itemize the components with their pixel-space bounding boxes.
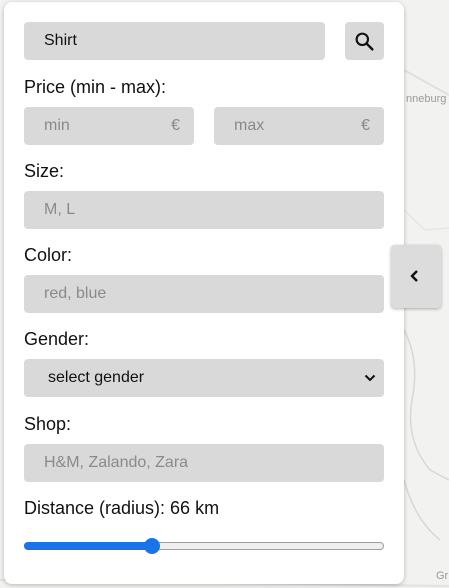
gender-label: Gender:: [24, 329, 90, 349]
price-min-placeholder: min: [44, 117, 70, 134]
gender-selected-value: select gender: [48, 369, 145, 386]
currency-symbol: €: [171, 117, 180, 134]
chevron-left-icon: [410, 270, 418, 282]
search-input-value: Shirt: [44, 32, 77, 49]
map-label: nneburg: [406, 93, 447, 105]
shop-label: Shop:: [24, 414, 72, 434]
distance-slider[interactable]: [24, 538, 384, 554]
search-button[interactable]: [345, 22, 384, 60]
size-label: Size:: [24, 161, 65, 181]
color-placeholder: red, blue: [44, 285, 107, 302]
price-max-placeholder: max: [234, 117, 265, 134]
collapse-panel-button[interactable]: [391, 245, 441, 308]
color-input[interactable]: red, blue: [24, 275, 384, 313]
price-max-input[interactable]: max €: [214, 107, 384, 145]
chevron-down-icon: [364, 374, 376, 382]
search-input[interactable]: Shirt: [24, 22, 325, 60]
distance-label: Distance (radius): 66 km: [24, 498, 220, 518]
price-label: Price (min - max):: [24, 77, 167, 97]
color-label: Color:: [24, 245, 73, 265]
slider-thumb[interactable]: [144, 538, 160, 554]
currency-symbol: €: [361, 117, 370, 134]
size-placeholder: M, L: [44, 201, 76, 218]
slider-fill: [24, 542, 152, 550]
size-input[interactable]: M, L: [24, 191, 384, 229]
shop-placeholder: H&M, Zalando, Zara: [44, 454, 189, 471]
price-min-input[interactable]: min €: [24, 107, 194, 145]
shop-input[interactable]: H&M, Zalando, Zara: [24, 444, 384, 482]
map-label: Gr: [436, 570, 449, 582]
search-icon: [355, 32, 374, 51]
gender-select[interactable]: select gender: [24, 359, 384, 397]
